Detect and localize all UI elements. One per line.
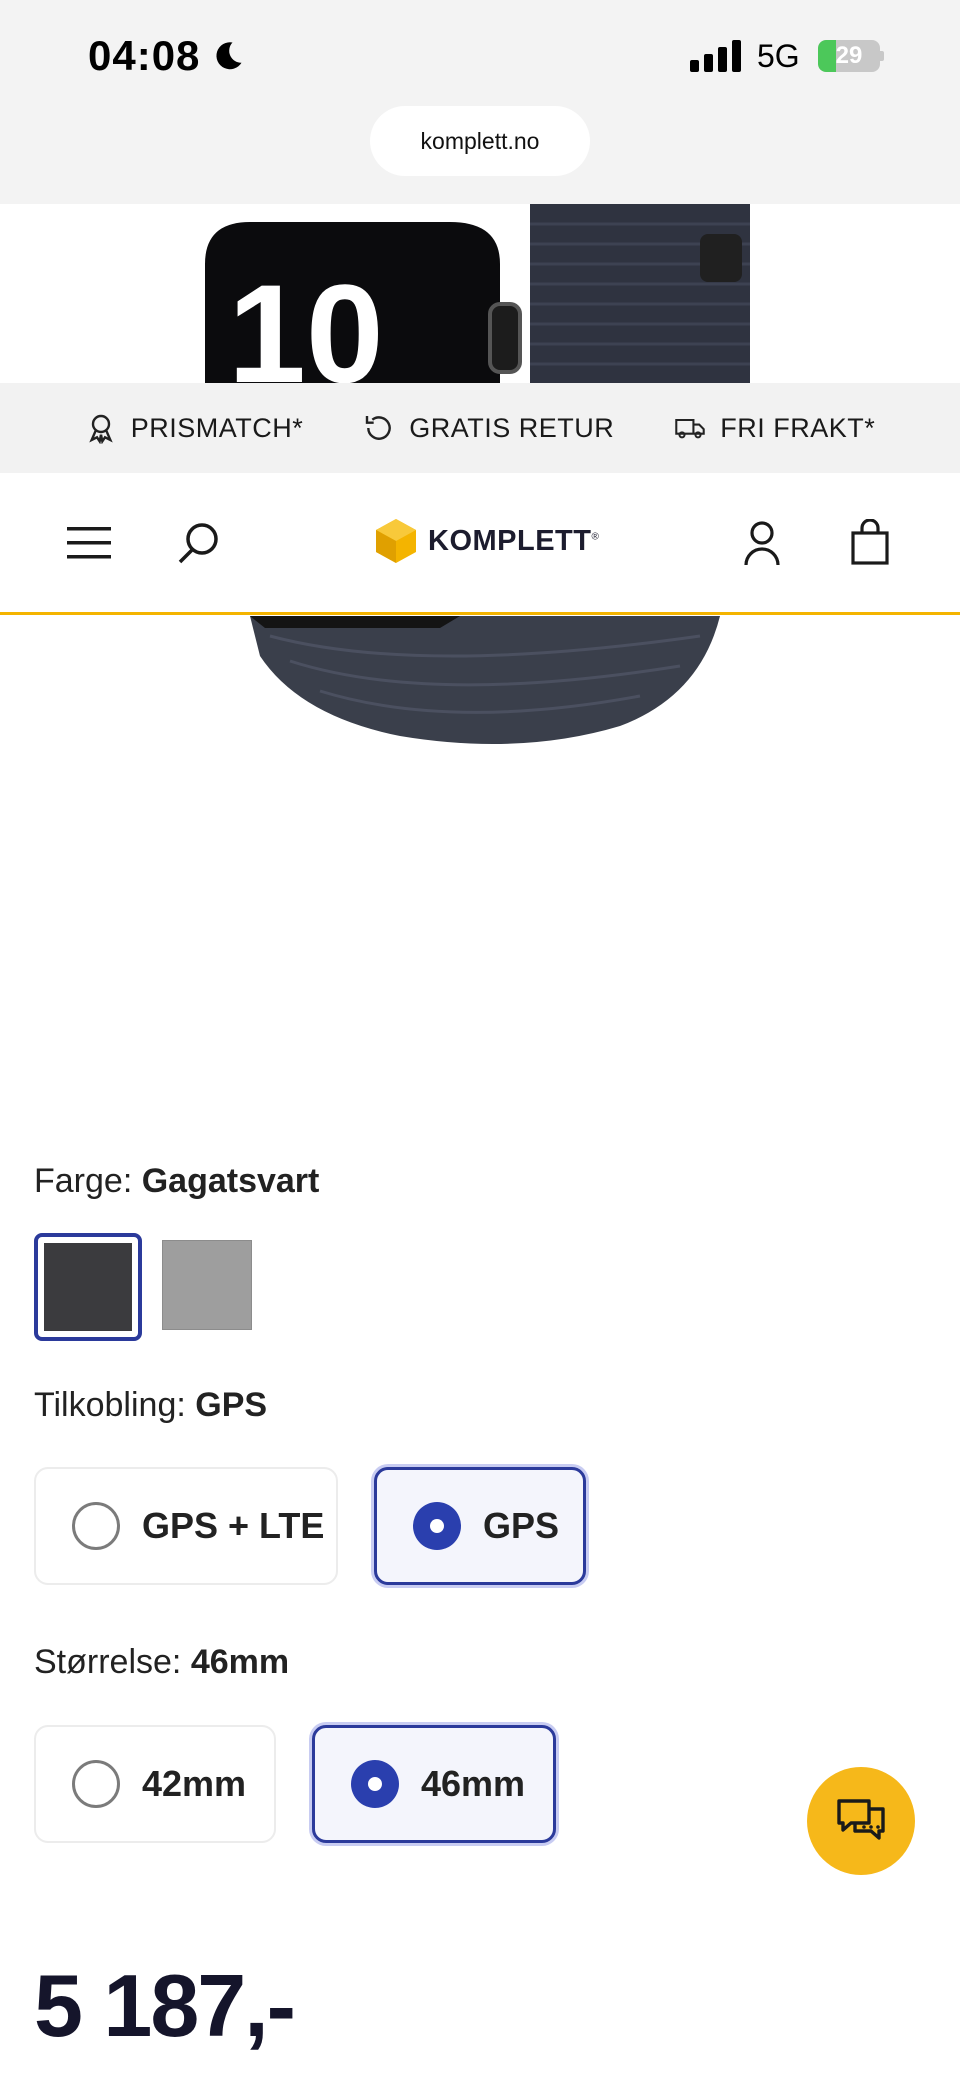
radio-unchecked[interactable] bbox=[72, 1760, 120, 1808]
connectivity-value: GPS bbox=[195, 1386, 268, 1424]
signal-icon bbox=[690, 40, 741, 72]
logo-text: KOMPLETT® bbox=[428, 524, 600, 557]
status-bar: 04:08 5G 29 komplett.no bbox=[0, 0, 960, 204]
battery-percentage: 29 bbox=[835, 42, 863, 69]
chat-button[interactable] bbox=[807, 1767, 915, 1875]
chat-icon bbox=[837, 1799, 885, 1840]
color-value: Gagatsvart bbox=[141, 1162, 320, 1200]
size-label: Størrelse: 46mm bbox=[34, 1643, 290, 1681]
watch-image: 10 bbox=[205, 204, 750, 384]
menu-button[interactable] bbox=[62, 515, 118, 571]
radio-unchecked[interactable] bbox=[72, 1502, 120, 1550]
option-gps[interactable]: GPS bbox=[374, 1467, 586, 1585]
network-label: 5G bbox=[757, 38, 800, 74]
size-value: 46mm bbox=[190, 1643, 290, 1681]
usp-label: FRI FRAKT* bbox=[720, 412, 876, 443]
connectivity-label: Tilkobling: GPS bbox=[34, 1386, 268, 1424]
status-time: 04:08 bbox=[88, 32, 246, 80]
usp-prismatch[interactable]: PRISMATCH* bbox=[85, 412, 304, 444]
cart-button[interactable] bbox=[842, 515, 898, 571]
product-price: 5 187,- bbox=[34, 1956, 296, 2055]
option-label: 46mm bbox=[421, 1763, 526, 1804]
color-label: Farge: Gagatsvart bbox=[34, 1162, 320, 1200]
color-swatch-gagatsvart[interactable] bbox=[34, 1233, 142, 1341]
usp-label: PRISMATCH* bbox=[130, 412, 304, 443]
option-gps-lte[interactable]: GPS + LTE bbox=[34, 1467, 338, 1585]
account-button[interactable] bbox=[734, 515, 790, 571]
watch-band-image bbox=[250, 616, 720, 744]
usp-fri-frakt[interactable]: FRI FRAKT* bbox=[674, 412, 875, 444]
option-label: 42mm bbox=[142, 1763, 247, 1804]
address-bar[interactable]: komplett.no bbox=[370, 106, 590, 176]
truck-icon bbox=[675, 418, 705, 439]
return-icon bbox=[366, 416, 392, 440]
battery-icon: 29 bbox=[818, 40, 884, 72]
menu-icon bbox=[67, 527, 111, 559]
search-icon bbox=[178, 523, 218, 564]
komplett-logo-icon bbox=[376, 519, 416, 563]
product-image-lower[interactable] bbox=[0, 616, 960, 776]
usp-bar: PRISMATCH* GRATIS RETUR FRI FRAKT* bbox=[0, 383, 960, 473]
usp-label: GRATIS RETUR bbox=[409, 412, 615, 443]
option-label: GPS bbox=[483, 1505, 560, 1546]
moon-icon bbox=[216, 42, 242, 70]
komplett-logo[interactable]: KOMPLETT® bbox=[374, 517, 599, 565]
watch-face-number: 10 bbox=[228, 255, 384, 384]
award-icon bbox=[88, 414, 113, 444]
search-button[interactable] bbox=[170, 515, 226, 571]
usp-gratis-retur[interactable]: GRATIS RETUR bbox=[363, 412, 614, 444]
option-42mm[interactable]: 42mm bbox=[34, 1725, 276, 1843]
site-header: KOMPLETT® bbox=[0, 473, 960, 615]
radio-checked[interactable] bbox=[351, 1760, 399, 1808]
option-46mm[interactable]: 46mm bbox=[312, 1725, 556, 1843]
account-icon bbox=[744, 521, 780, 566]
time-label: 04:08 bbox=[88, 32, 201, 79]
cart-icon bbox=[851, 519, 889, 565]
color-swatch-grey[interactable] bbox=[162, 1240, 252, 1330]
option-label: GPS + LTE bbox=[142, 1505, 325, 1546]
url-text: komplett.no bbox=[420, 127, 540, 154]
product-image[interactable]: 10 bbox=[0, 204, 960, 384]
radio-checked[interactable] bbox=[413, 1502, 461, 1550]
